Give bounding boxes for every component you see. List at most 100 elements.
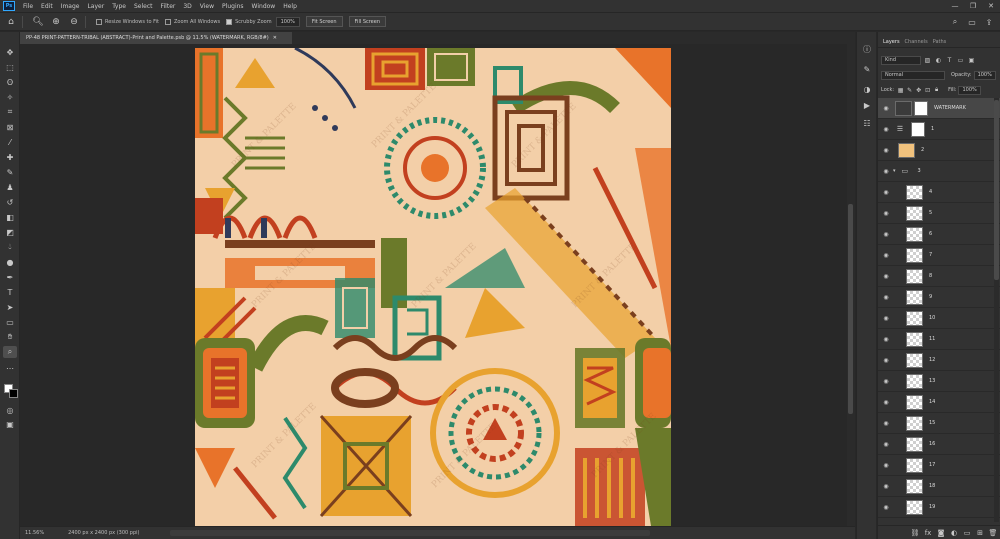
blur-tool-icon[interactable]: 💧︎ [3, 241, 17, 253]
visibility-eye-icon[interactable]: ◉ [881, 441, 891, 448]
visibility-eye-icon[interactable]: ◉ [881, 294, 891, 301]
layer-row[interactable]: ◉ 7 [878, 245, 1000, 266]
menu-window[interactable]: Window [252, 3, 276, 10]
layer-row[interactable]: ◉ 18 [878, 476, 1000, 497]
chevron-down-icon[interactable]: ▾ [893, 168, 896, 174]
layer-row[interactable]: ◉ 14 [878, 392, 1000, 413]
visibility-eye-icon[interactable]: ◉ [881, 378, 891, 385]
brush-settings-icon[interactable]: ✎ [860, 62, 874, 76]
background-color-swatch[interactable] [9, 389, 18, 398]
properties-icon[interactable]: ☷ [860, 116, 874, 130]
home-icon[interactable]: ⌂ [4, 15, 18, 29]
workspace-icon[interactable]: ▭ [965, 16, 979, 28]
menu-select[interactable]: Select [134, 3, 153, 10]
marquee-tool-icon[interactable]: ⬚ [3, 61, 17, 73]
zoom-in-icon[interactable]: ⊕ [49, 15, 63, 29]
lock-all-icon[interactable]: 🔒︎ [933, 86, 940, 94]
shape-tool-icon[interactable]: ▭ [3, 316, 17, 328]
brush-tool-icon[interactable]: ✎ [3, 166, 17, 178]
minimize-icon[interactable]: — [946, 0, 964, 12]
info-panel-icon[interactable]: ⓘ [860, 42, 874, 56]
menu-help[interactable]: Help [283, 3, 297, 10]
history-brush-tool-icon[interactable]: ↺ [3, 196, 17, 208]
layer-row[interactable]: ◉ 11 [878, 329, 1000, 350]
quick-mask-icon[interactable]: ◎ [3, 404, 17, 416]
visibility-eye-icon[interactable]: ◉ [881, 399, 891, 406]
visibility-eye-icon[interactable]: ◉ [881, 105, 891, 112]
menu-layer[interactable]: Layer [87, 3, 104, 10]
tab-paths[interactable]: Paths [933, 39, 947, 45]
hand-tool-icon[interactable]: ✋︎ [3, 331, 17, 343]
delete-layer-icon[interactable]: 🗑︎ [988, 528, 998, 538]
search-icon[interactable]: ⌕ [948, 16, 962, 28]
visibility-eye-icon[interactable]: ◉ [881, 483, 891, 490]
share-icon[interactable]: ⇪ [982, 16, 996, 28]
gradient-tool-icon[interactable]: ◩ [3, 226, 17, 238]
document-tab[interactable]: PP-48 PRINT-PATTERN-TRIBAL (ABSTRACT)-Pr… [20, 32, 292, 44]
visibility-eye-icon[interactable]: ◉ [881, 420, 891, 427]
type-tool-icon[interactable]: T [3, 286, 17, 298]
visibility-eye-icon[interactable]: ◉ [881, 168, 891, 175]
lock-position-icon[interactable]: ✥ [915, 87, 922, 94]
menu-image[interactable]: Image [61, 3, 80, 10]
close-icon[interactable]: ✕ [982, 0, 1000, 12]
layer-row[interactable]: ◉ 6 [878, 224, 1000, 245]
layer-row[interactable]: ◉ 17 [878, 455, 1000, 476]
zoom-percent-field[interactable]: 100% [275, 16, 300, 27]
layer-row[interactable]: ◉ 5 [878, 203, 1000, 224]
new-layer-icon[interactable]: ⊞ [975, 528, 985, 538]
more-tools-icon[interactable]: ⋯ [3, 362, 17, 374]
resize-windows-checkbox[interactable]: Resize Windows to Fit [96, 18, 159, 25]
pen-tool-icon[interactable]: ✒ [3, 271, 17, 283]
layer-row[interactable]: ◉ ☰ 1 [878, 119, 1000, 140]
pixel-filter-icon[interactable]: ▨ [923, 56, 932, 65]
layer-row[interactable]: ◉ 16 [878, 434, 1000, 455]
visibility-eye-icon[interactable]: ◉ [881, 210, 891, 217]
healing-brush-tool-icon[interactable]: ✚ [3, 151, 17, 163]
layer-group-row[interactable]: ◉ ▾ ▭ 3 [878, 161, 1000, 182]
move-tool-icon[interactable]: ✥ [3, 46, 17, 58]
layer-row[interactable]: ◉ 10 [878, 308, 1000, 329]
restore-icon[interactable]: ❐ [964, 0, 982, 12]
visibility-eye-icon[interactable]: ◉ [881, 504, 891, 511]
zoom-all-windows-checkbox[interactable]: Zoom All Windows [165, 18, 220, 25]
photoshop-logo-icon[interactable]: Ps [3, 1, 15, 11]
layer-row[interactable]: ◉ 19 [878, 497, 1000, 518]
menu-view[interactable]: View [200, 3, 214, 10]
close-tab-icon[interactable]: ✕ [273, 35, 277, 41]
fit-screen-button[interactable]: Fit Screen [305, 16, 343, 27]
menu-plugins[interactable]: Plugins [222, 3, 244, 10]
zoom-out-icon[interactable]: ⊖ [67, 15, 81, 29]
menu-3d[interactable]: 3D [183, 3, 191, 10]
canvas-area[interactable]: PRINT & PALETTE PRINT & PALETTE PRINT & … [21, 44, 847, 526]
scroll-thumb[interactable] [994, 100, 999, 280]
fill-screen-button[interactable]: Fill Screen [348, 16, 387, 27]
layer-row[interactable]: ◉ 4 [878, 182, 1000, 203]
frame-tool-icon[interactable]: ⊠ [3, 121, 17, 133]
eyedropper-tool-icon[interactable]: ⁄ [3, 136, 17, 148]
lasso-tool-icon[interactable]: ʘ [3, 76, 17, 88]
eraser-tool-icon[interactable]: ◧ [3, 211, 17, 223]
layers-scrollbar[interactable] [994, 98, 999, 522]
new-group-icon[interactable]: ▭ [962, 528, 972, 538]
layer-row[interactable]: ◉ 12 [878, 350, 1000, 371]
lock-image-icon[interactable]: ✎ [906, 87, 913, 94]
shape-filter-icon[interactable]: ▭ [956, 56, 965, 65]
tab-channels[interactable]: Channels [905, 39, 928, 45]
menu-type[interactable]: Type [112, 3, 126, 10]
layer-row[interactable]: ◉ 13 [878, 371, 1000, 392]
layer-mask-thumbnail[interactable] [914, 100, 928, 116]
document-canvas[interactable]: PRINT & PALETTE PRINT & PALETTE PRINT & … [195, 48, 671, 526]
path-selection-tool-icon[interactable]: ➤ [3, 301, 17, 313]
link-layers-icon[interactable]: ⛓ [910, 528, 920, 538]
new-adjustment-icon[interactable]: ◐ [949, 528, 959, 538]
layer-style-icon[interactable]: fx [923, 528, 933, 538]
menu-filter[interactable]: Filter [161, 3, 176, 10]
visibility-eye-icon[interactable]: ◉ [881, 147, 891, 154]
layer-row[interactable]: ◉ 8 [878, 266, 1000, 287]
layer-row[interactable]: ◉ 15 [878, 413, 1000, 434]
zoom-tool-preset-icon[interactable]: 🔍︎ [31, 15, 45, 29]
visibility-eye-icon[interactable]: ◉ [881, 462, 891, 469]
visibility-eye-icon[interactable]: ◉ [881, 252, 891, 259]
opacity-field[interactable]: 100% [973, 70, 996, 80]
